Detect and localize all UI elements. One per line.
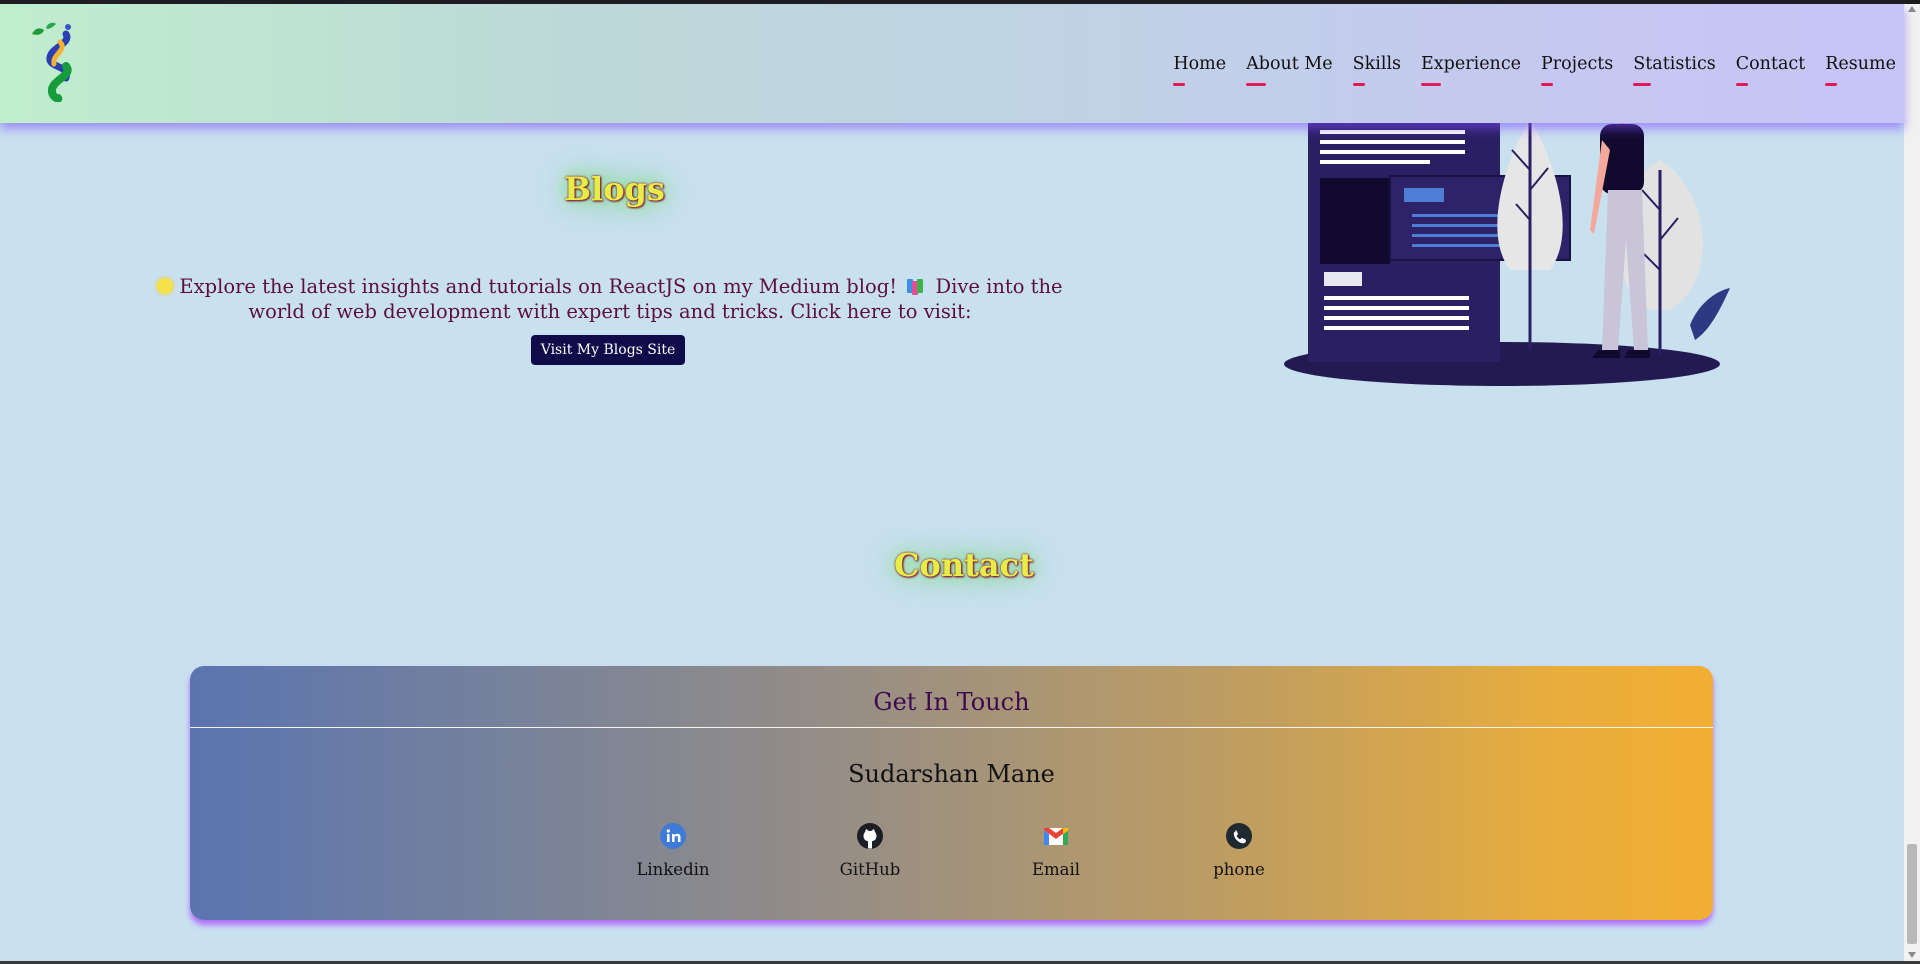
phone-label: phone [1213, 860, 1265, 879]
visit-blogs-button[interactable]: Visit My Blogs Site [531, 335, 685, 365]
github-label: GitHub [839, 860, 901, 879]
nav-experience[interactable]: Experience [1421, 54, 1521, 86]
email-link[interactable]: Email [996, 822, 1116, 879]
linkedin-link[interactable]: Linkedin [613, 822, 733, 879]
contact-card: Get In Touch Sudarshan Mane Linkedin Git… [190, 666, 1713, 920]
blog-illustration [1284, 110, 1730, 386]
page-scrollbar[interactable] [1904, 4, 1920, 961]
contact-section-title: Contact [894, 546, 1034, 584]
phone-link[interactable]: phone [1179, 822, 1299, 879]
scroll-thumb[interactable] [1907, 844, 1917, 944]
scroll-up-icon[interactable] [1908, 6, 1916, 12]
nav-home[interactable]: Home [1173, 54, 1226, 86]
linkedin-icon [660, 823, 686, 849]
sun-emoji-icon [157, 278, 174, 294]
nav-skills[interactable]: Skills [1352, 54, 1401, 86]
nav-links: Home About Me Skills Experience Projects… [1173, 54, 1896, 86]
nav-about-me[interactable]: About Me [1246, 54, 1333, 86]
github-icon [857, 823, 883, 849]
linkedin-label: Linkedin [636, 860, 710, 879]
books-emoji-icon [907, 279, 925, 295]
blogs-description: Explore the latest insights and tutorial… [130, 274, 1090, 324]
blogs-section-title: Blogs [564, 170, 665, 208]
email-label: Email [1031, 860, 1081, 879]
nav-statistics[interactable]: Statistics [1633, 54, 1716, 86]
nav-projects[interactable]: Projects [1540, 54, 1613, 86]
contact-name: Sudarshan Mane [848, 760, 1055, 788]
gmail-icon [1044, 828, 1068, 845]
get-in-touch-heading: Get In Touch [873, 688, 1030, 716]
blogs-text-part1: Explore the latest insights and tutorial… [179, 275, 898, 298]
site-logo[interactable] [30, 22, 86, 102]
github-link[interactable]: GitHub [810, 822, 930, 879]
nav-resume[interactable]: Resume [1825, 54, 1896, 86]
card-divider [190, 727, 1713, 728]
nav-contact[interactable]: Contact [1735, 54, 1805, 86]
phone-icon [1226, 823, 1252, 849]
scroll-down-icon[interactable] [1908, 952, 1916, 958]
navbar: Home About Me Skills Experience Projects… [0, 4, 1904, 123]
